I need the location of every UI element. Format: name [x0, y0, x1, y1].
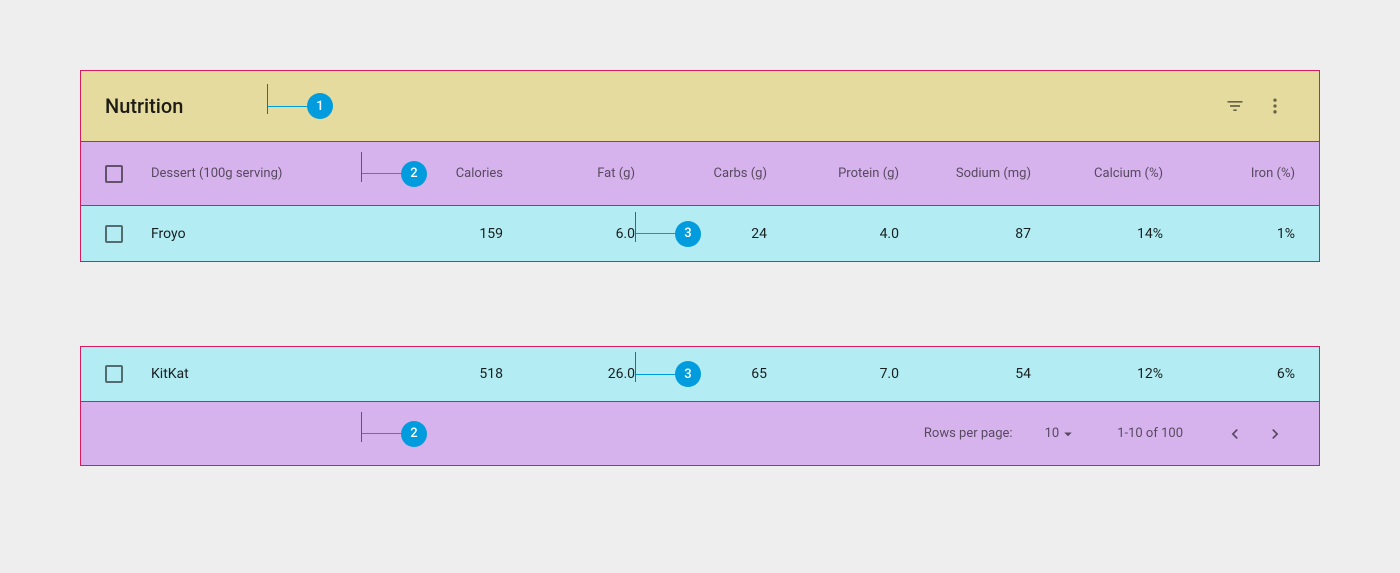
rows-per-page-label: Rows per page:	[924, 426, 1013, 441]
cell-iron: 1%	[1163, 226, 1295, 242]
truncation-indicator-bottom	[80, 334, 1320, 346]
cell-calories: 159	[371, 226, 503, 242]
cell-protein: 4.0	[767, 226, 899, 242]
cell-calcium: 14%	[1031, 226, 1163, 242]
cell-name: KitKat	[151, 366, 371, 382]
table-row[interactable]: KitKat 518 26.0 65 7.0 54 12% 6% 3	[80, 346, 1320, 402]
row-checkbox[interactable]	[105, 365, 123, 383]
table-header-row: Dessert (100g serving) Calories Fat (g) …	[80, 142, 1320, 206]
rows-per-page-select[interactable]: 10	[1045, 425, 1078, 443]
column-header-iron[interactable]: Iron (%)	[1163, 166, 1295, 181]
cell-iron: 6%	[1163, 366, 1295, 382]
cell-calcium: 12%	[1031, 366, 1163, 382]
chevron-right-icon	[1265, 424, 1285, 444]
dropdown-icon	[1059, 425, 1077, 443]
annotation-badge: 3	[675, 361, 701, 387]
cell-sodium: 87	[899, 226, 1031, 242]
column-header-sodium[interactable]: Sodium (mg)	[899, 166, 1031, 181]
column-header-calcium[interactable]: Calcium (%)	[1031, 166, 1163, 181]
rows-per-page-value: 10	[1045, 426, 1060, 441]
annotation-badge: 3	[675, 221, 701, 247]
table-footer: Rows per page: 10 1-10 of 100 2	[80, 402, 1320, 466]
select-all-checkbox[interactable]	[105, 165, 123, 183]
data-table-anatomy: Nutrition 1 Dessert (100g serving) Calor…	[80, 70, 1320, 466]
cell-name: Froyo	[151, 226, 371, 242]
column-header-carbs[interactable]: Carbs (g)	[635, 166, 767, 181]
more-vert-icon[interactable]	[1255, 86, 1295, 126]
annotation-badge: 2	[401, 421, 427, 447]
table-toolbar: Nutrition 1	[80, 70, 1320, 142]
truncation-indicator-top	[80, 262, 1320, 274]
pagination-range: 1-10 of 100	[1117, 426, 1183, 441]
annotation-badge: 1	[307, 93, 333, 119]
cell-sodium: 54	[899, 366, 1031, 382]
table-title: Nutrition	[105, 94, 183, 118]
column-header-fat[interactable]: Fat (g)	[503, 166, 635, 181]
prev-page-button[interactable]	[1215, 424, 1255, 444]
cell-fat: 26.0	[503, 366, 635, 382]
cell-calories: 518	[371, 366, 503, 382]
table-row[interactable]: Froyo 159 6.0 24 4.0 87 14% 1% 3	[80, 206, 1320, 262]
column-header-protein[interactable]: Protein (g)	[767, 166, 899, 181]
column-header-name[interactable]: Dessert (100g serving)	[151, 166, 371, 181]
next-page-button[interactable]	[1255, 424, 1295, 444]
cell-fat: 6.0	[503, 226, 635, 242]
row-checkbox[interactable]	[105, 225, 123, 243]
chevron-left-icon	[1225, 424, 1245, 444]
annotation-badge: 2	[401, 161, 427, 187]
cell-protein: 7.0	[767, 366, 899, 382]
filter-icon[interactable]	[1215, 86, 1255, 126]
